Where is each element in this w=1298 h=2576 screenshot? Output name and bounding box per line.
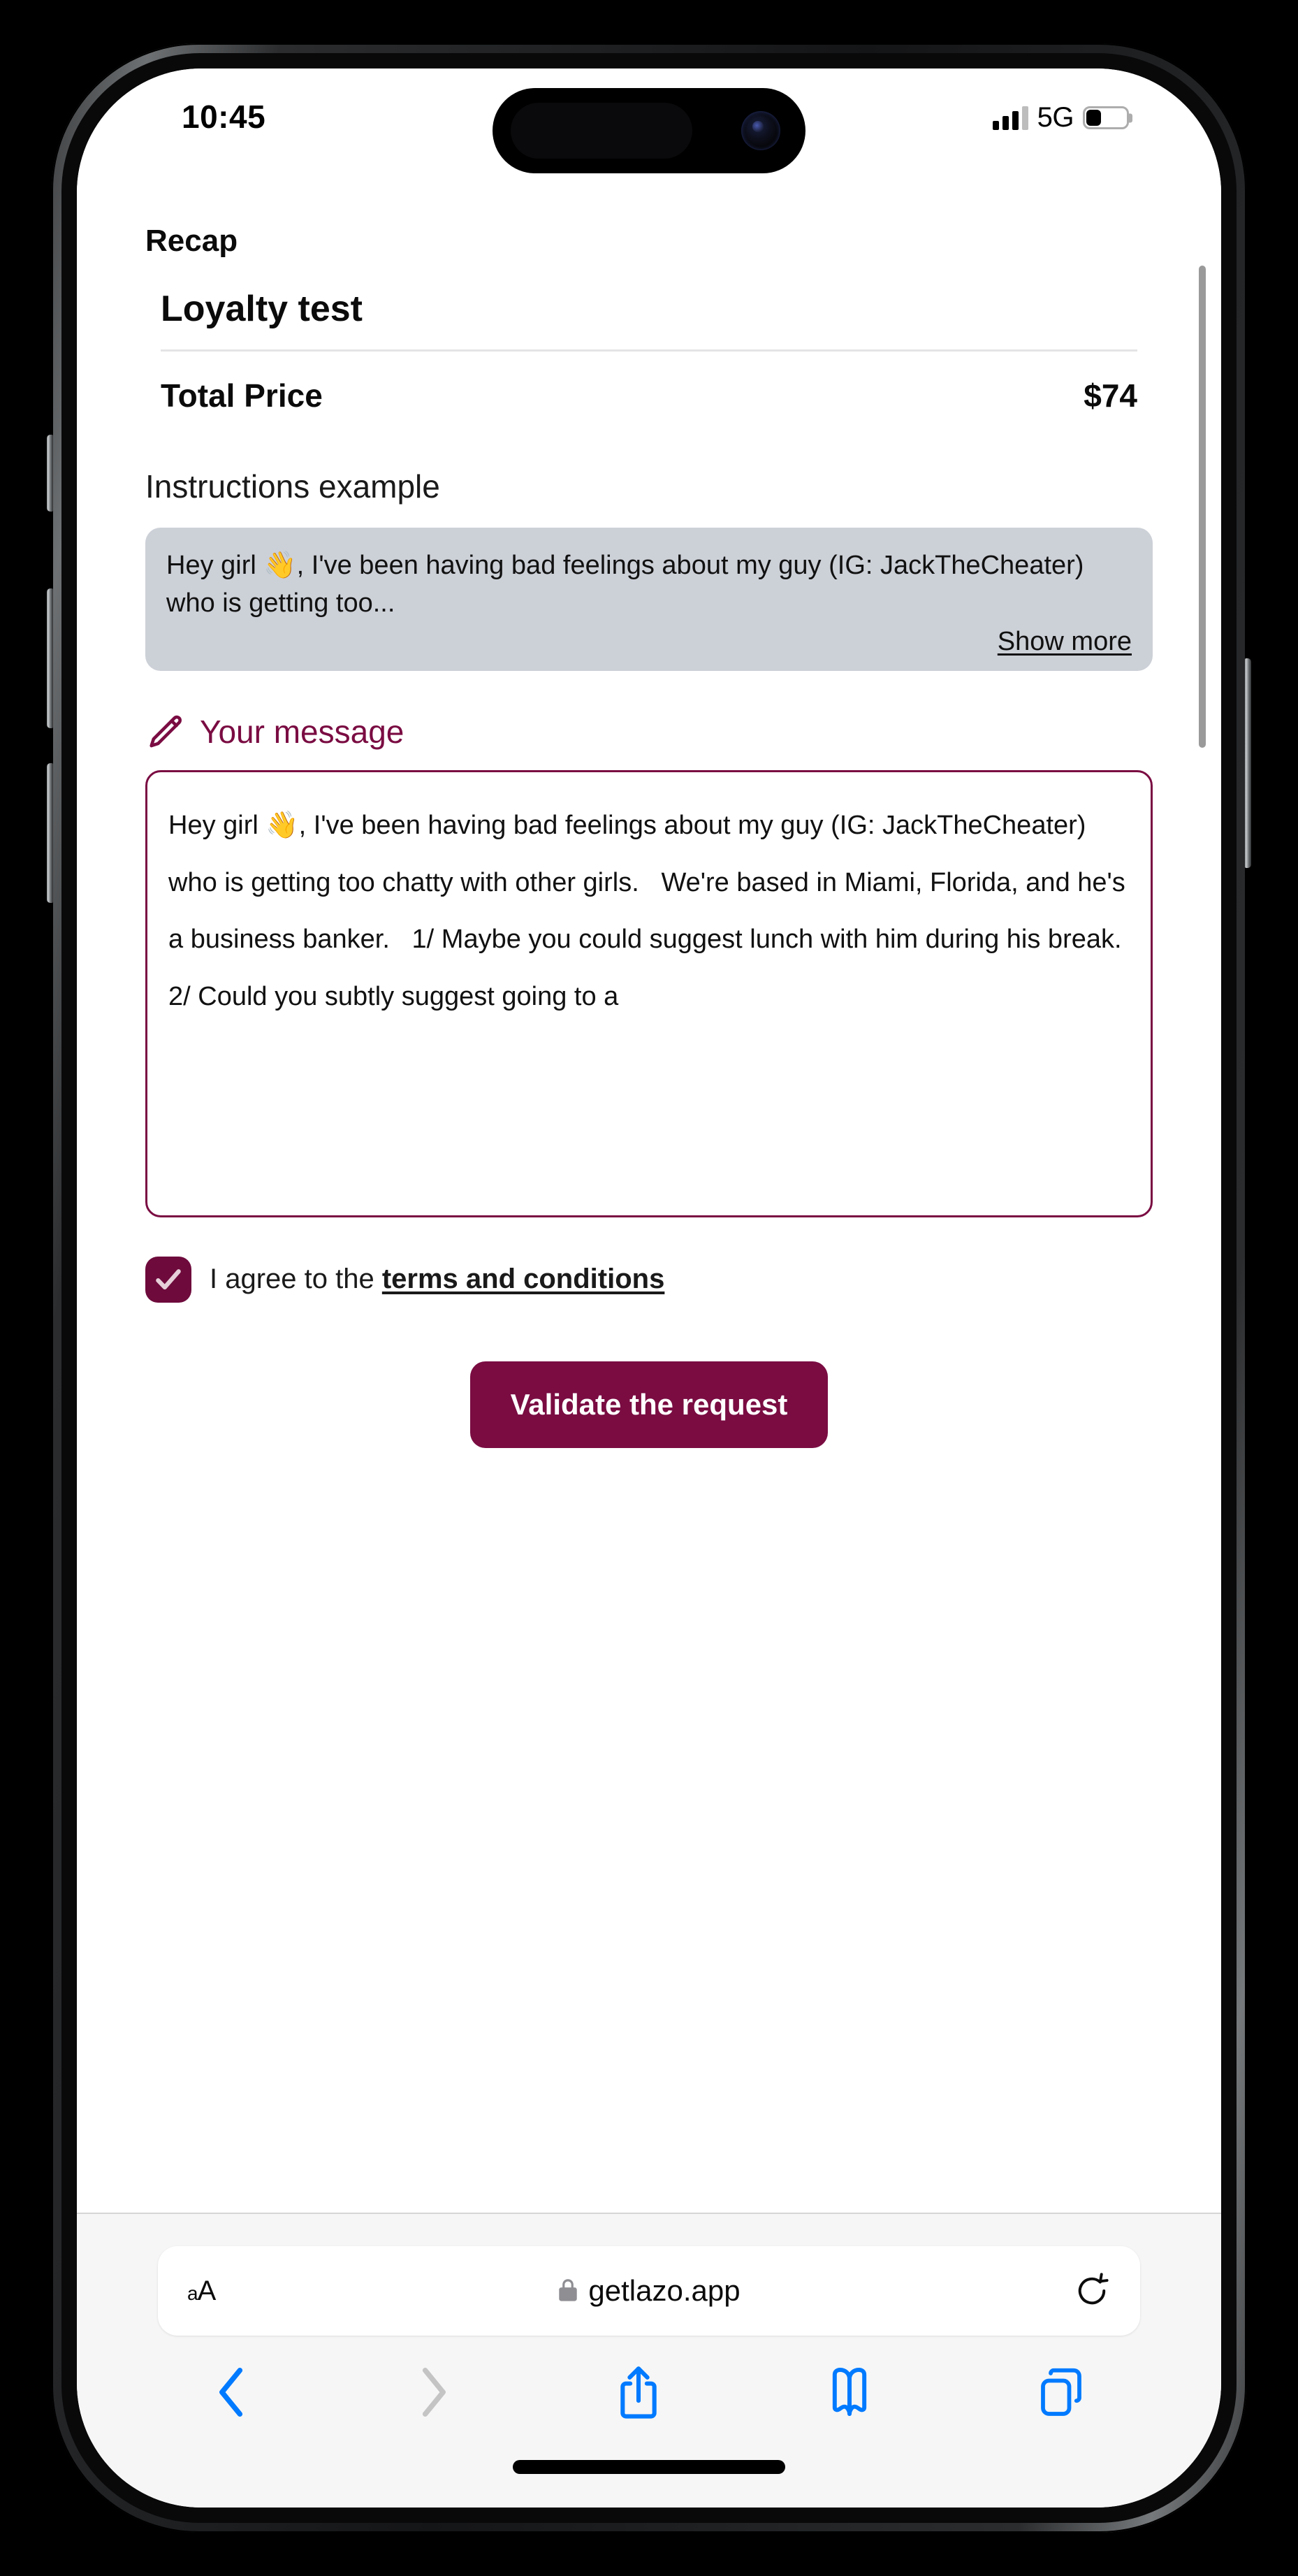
phone-bezel: 10:45 5G Recap Loyalty test Total Price …	[61, 53, 1237, 2523]
volume-up-button[interactable]	[47, 588, 53, 728]
front-camera-icon	[741, 111, 780, 150]
cellular-signal-icon	[992, 106, 1028, 130]
battery-icon	[1083, 106, 1132, 129]
pencil-icon	[150, 715, 182, 748]
action-button[interactable]	[47, 435, 53, 512]
tabs-button[interactable]	[1040, 2366, 1082, 2419]
lock-icon	[559, 2279, 578, 2301]
page-title: Recap	[145, 224, 238, 258]
message-textarea-value: Hey girl 👋, I've been having bad feeling…	[168, 810, 1144, 1011]
phone-screen: 10:45 5G Recap Loyalty test Total Price …	[77, 68, 1221, 2508]
volume-down-button[interactable]	[47, 763, 53, 903]
page-scrollbar[interactable]	[1199, 266, 1206, 748]
web-page-content: Recap Loyalty test Total Price $74 Instr…	[77, 68, 1221, 2213]
terms-label: I agree to the terms and conditions	[210, 1264, 664, 1295]
phone-frame: 10:45 5G Recap Loyalty test Total Price …	[47, 43, 1251, 2533]
power-button[interactable]	[1245, 658, 1251, 868]
checkmark-icon	[156, 1269, 181, 1290]
reload-icon[interactable]	[1074, 2272, 1109, 2310]
island-pill	[511, 103, 692, 159]
dynamic-island	[493, 88, 805, 173]
forward-button[interactable]	[417, 2366, 449, 2418]
your-message-header: Your message	[145, 711, 1153, 752]
safari-toolbar	[77, 2354, 1221, 2431]
bookmarks-button[interactable]	[828, 2366, 871, 2419]
url-bar[interactable]: aA getlazo.app	[158, 2246, 1140, 2336]
your-message-label: Your message	[200, 713, 404, 750]
message-textarea[interactable]: Hey girl 👋, I've been having bad feeling…	[145, 769, 1153, 1217]
show-more-link[interactable]: Show more	[166, 627, 1132, 657]
url-text: getlazo.app	[588, 2274, 741, 2307]
terms-checkbox[interactable]	[145, 1256, 191, 1303]
submit-button-container: Validate the request	[145, 1361, 1153, 1448]
total-price-value: $74	[1084, 377, 1137, 414]
back-button[interactable]	[216, 2366, 248, 2418]
instructions-preview-text: Hey girl 👋, I've been having bad feeling…	[166, 551, 1092, 618]
status-indicators: 5G	[992, 102, 1132, 133]
instructions-heading: Instructions example	[145, 468, 440, 505]
terms-and-conditions-link[interactable]: terms and conditions	[382, 1264, 665, 1294]
home-indicator	[513, 2460, 785, 2474]
validate-request-button[interactable]: Validate the request	[469, 1361, 829, 1448]
url-display: getlazo.app	[158, 2274, 1140, 2308]
card-title: Loyalty test	[161, 289, 363, 329]
total-price-label: Total Price	[161, 377, 323, 414]
instructions-example-box: Hey girl 👋, I've been having bad feeling…	[145, 528, 1153, 671]
share-button[interactable]	[618, 2364, 659, 2420]
terms-label-prefix: I agree to the	[210, 1264, 382, 1295]
network-type-label: 5G	[1037, 102, 1074, 133]
status-time: 10:45	[182, 99, 266, 135]
recap-card: Loyalty test Total Price $74	[145, 288, 1153, 414]
battery-cap	[1129, 113, 1132, 122]
total-price-row: Total Price $74	[161, 352, 1137, 414]
terms-agreement-row: I agree to the terms and conditions	[145, 1256, 1153, 1303]
safari-bottom-chrome: aA getlazo.app	[77, 2213, 1221, 2508]
battery-fill	[1086, 110, 1101, 126]
